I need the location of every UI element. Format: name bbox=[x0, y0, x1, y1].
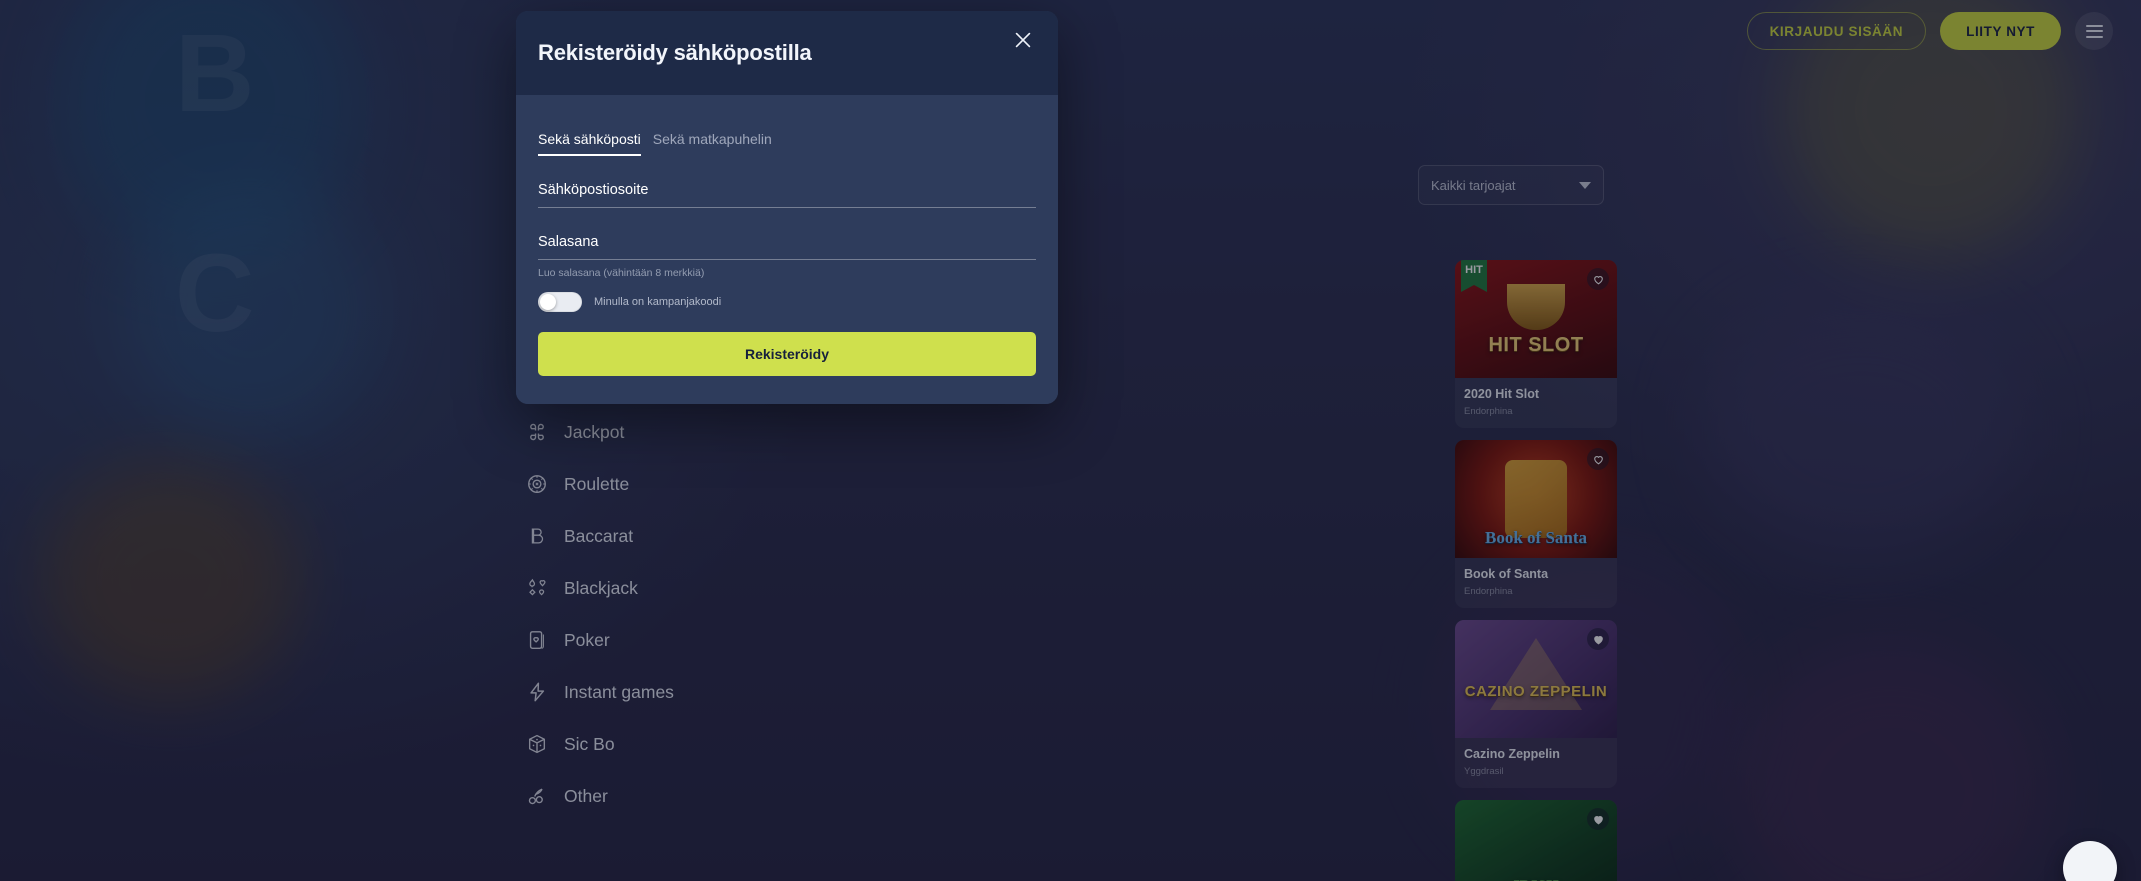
app-root: B C Casinoin KIRJAUDU SISÄÄN LIITY NYT S… bbox=[0, 0, 2141, 881]
registration-modal: Rekisteröidy sähköpostilla Sekä sähköpos… bbox=[516, 11, 1058, 404]
promo-code-toggle[interactable] bbox=[538, 292, 582, 312]
tab-phone[interactable]: Sekä matkapuhelin bbox=[653, 125, 772, 156]
toggle-knob bbox=[540, 294, 556, 310]
close-icon[interactable] bbox=[1006, 23, 1040, 57]
email-field[interactable] bbox=[538, 178, 1036, 208]
tab-email[interactable]: Sekä sähköposti bbox=[538, 125, 641, 156]
email-field-wrap bbox=[538, 178, 1036, 208]
registration-tabs: Sekä sähköposti Sekä matkapuhelin bbox=[538, 125, 1036, 156]
promo-code-label: Minulla on kampanjakoodi bbox=[594, 296, 722, 308]
modal-body: Sekä sähköposti Sekä matkapuhelin Luo sa… bbox=[516, 95, 1058, 404]
modal-header: Rekisteröidy sähköpostilla bbox=[516, 11, 1058, 95]
modal-title: Rekisteröidy sähköpostilla bbox=[538, 40, 812, 65]
submit-register-button[interactable]: Rekisteröidy bbox=[538, 332, 1036, 376]
password-hint: Luo salasana (vähintään 8 merkkiä) bbox=[538, 267, 705, 279]
modal-scrim[interactable] bbox=[0, 0, 2141, 881]
password-field-wrap: Luo salasana (vähintään 8 merkkiä) bbox=[538, 230, 1036, 279]
promo-code-row: Minulla on kampanjakoodi bbox=[538, 292, 1036, 312]
password-field[interactable] bbox=[538, 230, 1036, 260]
